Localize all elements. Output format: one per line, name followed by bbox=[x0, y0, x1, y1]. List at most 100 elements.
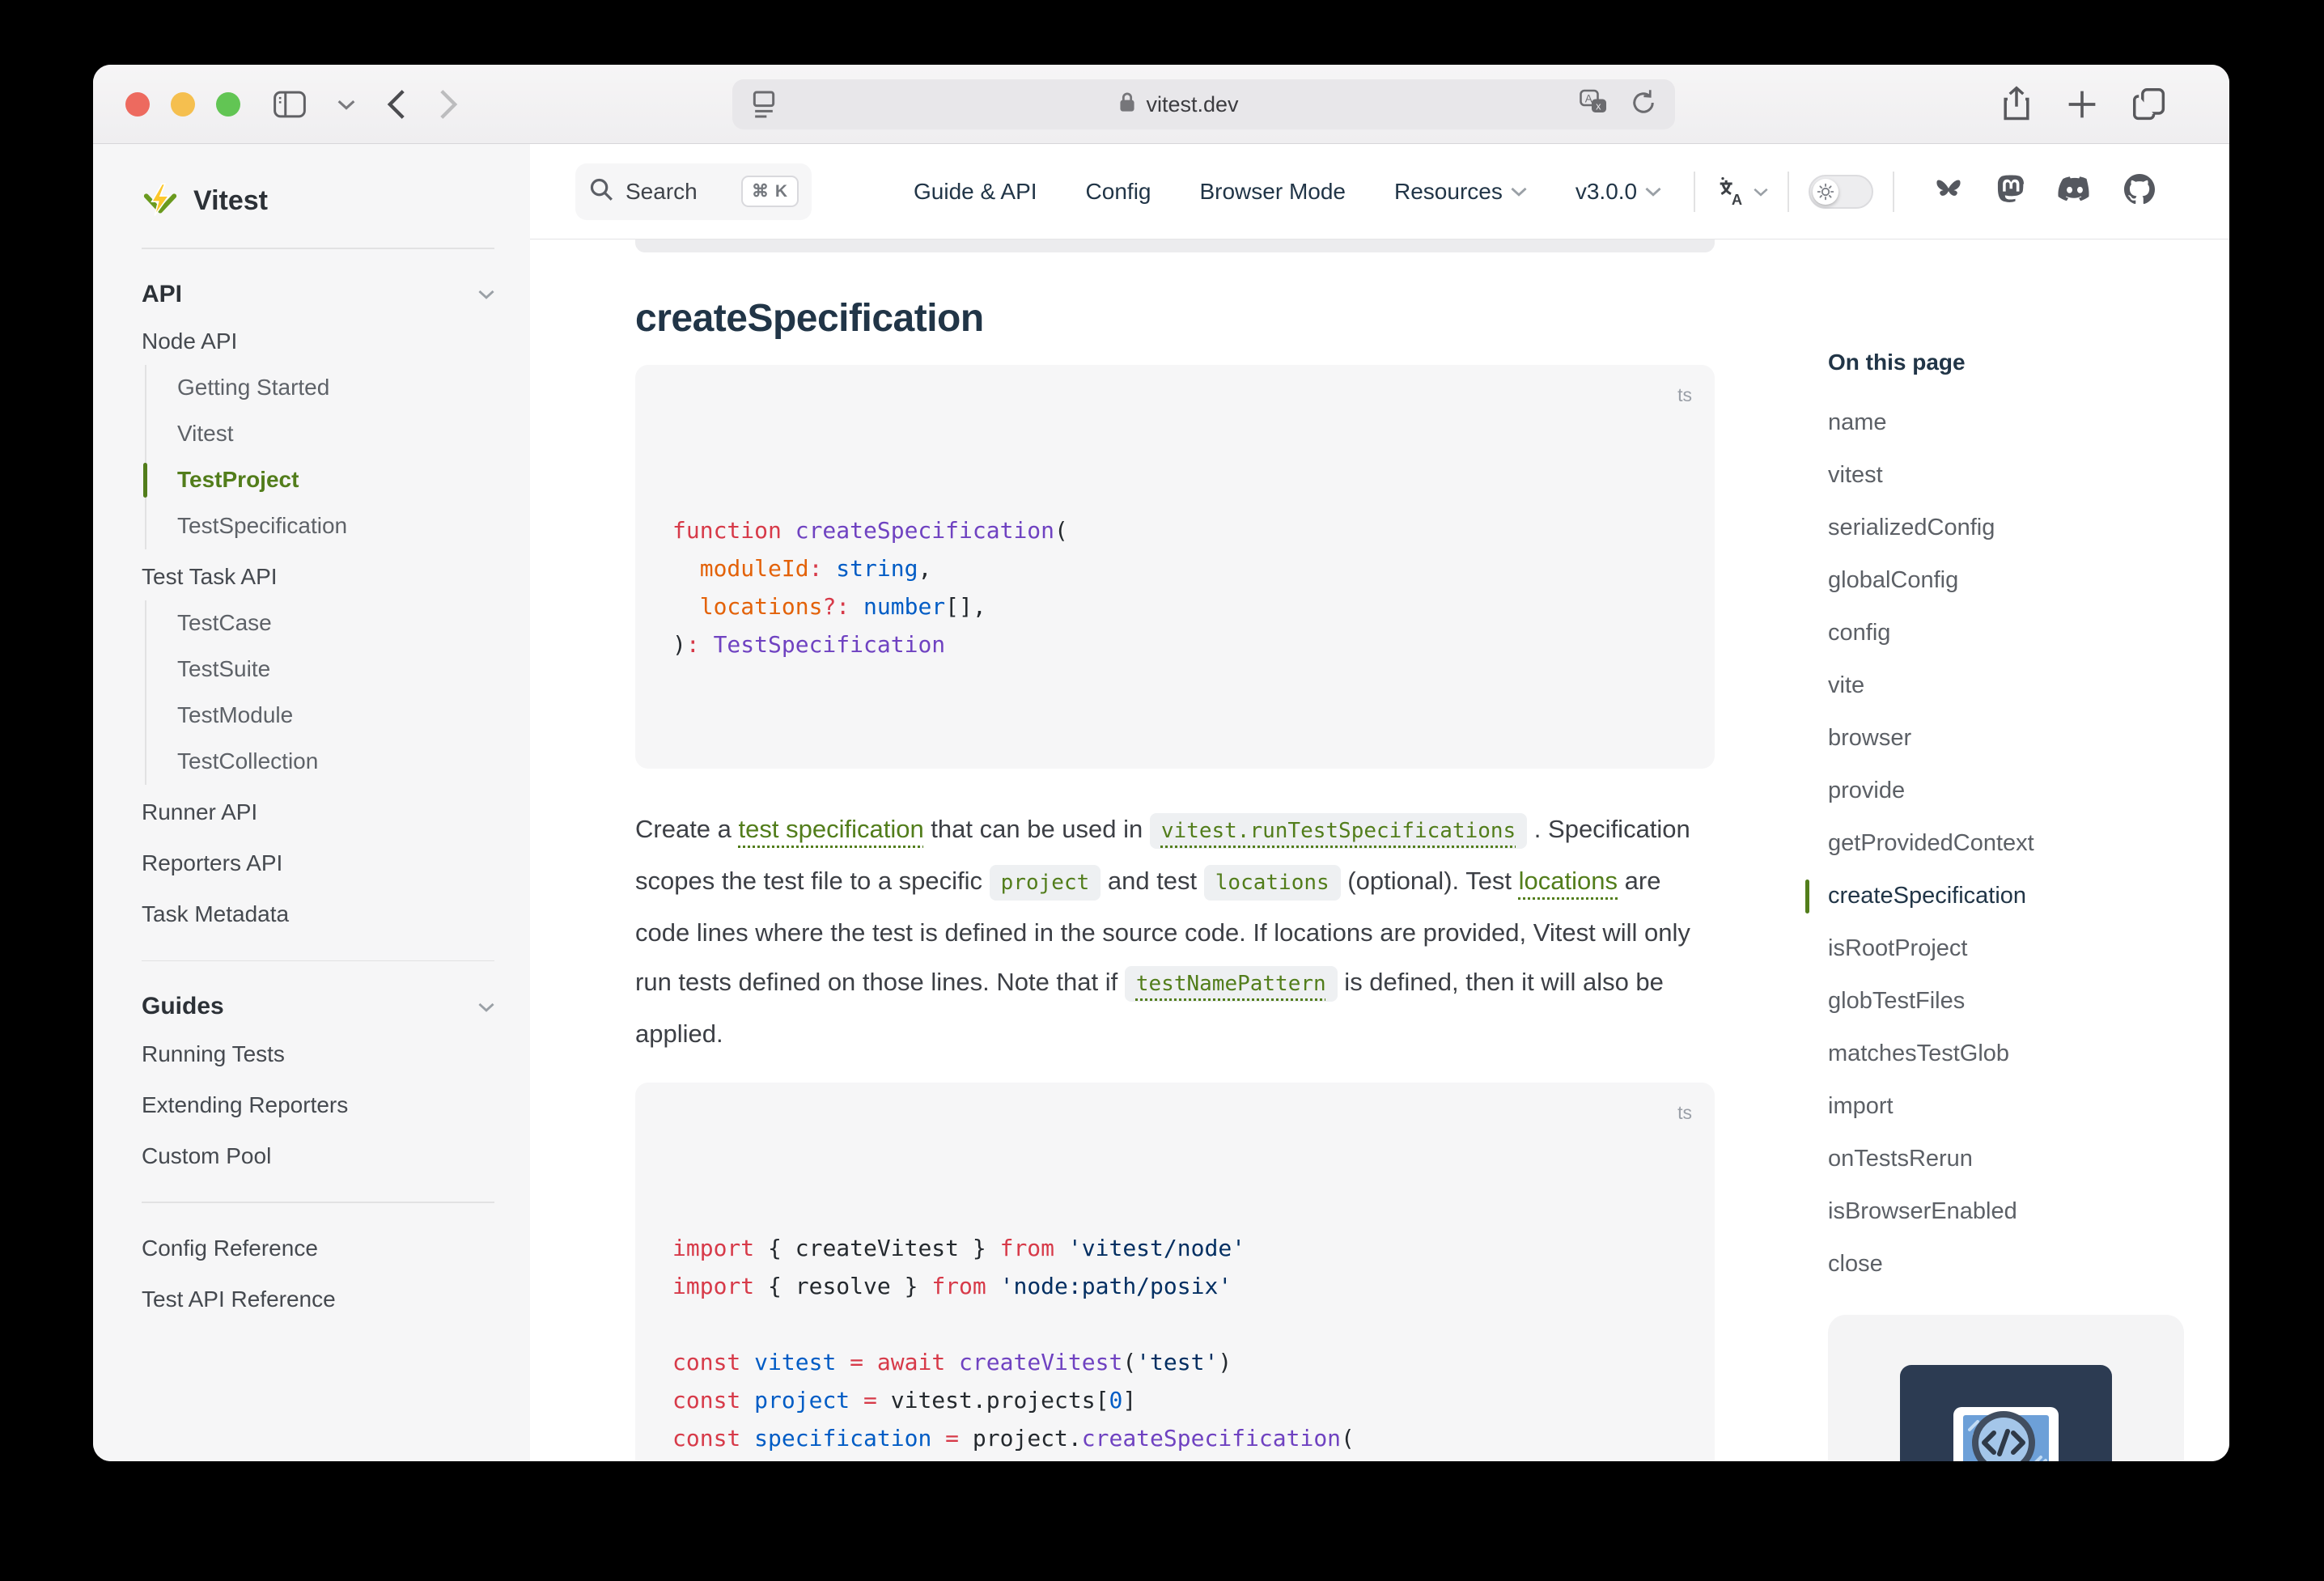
previous-code-block-partial bbox=[635, 239, 1715, 252]
sidebar-item-api[interactable]: API bbox=[142, 277, 494, 312]
address-bar[interactable]: vitest.dev Ax bbox=[732, 79, 1675, 129]
outline-link-provide[interactable]: provide bbox=[1828, 765, 2208, 817]
sidebar-toggle-icon[interactable] bbox=[273, 90, 307, 119]
sidebar-item-testproject[interactable]: TestProject bbox=[145, 457, 494, 503]
outline-link-close[interactable]: close bbox=[1828, 1238, 2208, 1291]
github-icon[interactable] bbox=[2124, 174, 2155, 209]
tab-overview-icon[interactable] bbox=[2132, 87, 2166, 122]
code-language-badge: ts bbox=[1677, 376, 1692, 414]
sidebar-item-testsuite[interactable]: TestSuite bbox=[145, 646, 494, 693]
search-label: Search bbox=[626, 179, 698, 205]
inline-code-link-testnamepattern[interactable]: testNamePattern bbox=[1125, 966, 1338, 1002]
url-text: vitest.dev bbox=[1146, 92, 1238, 117]
nav-resources[interactable]: Resources bbox=[1394, 179, 1527, 205]
nav-browser-mode[interactable]: Browser Mode bbox=[1199, 179, 1346, 205]
sidebar-item-testspecification[interactable]: TestSpecification bbox=[145, 503, 494, 549]
svg-text:A: A bbox=[1732, 190, 1742, 207]
new-tab-icon[interactable] bbox=[2066, 88, 2098, 121]
outline-link-globalconfig[interactable]: globalConfig bbox=[1828, 554, 2208, 607]
close-window-button[interactable] bbox=[125, 92, 150, 117]
theme-toggle[interactable] bbox=[1809, 175, 1873, 209]
sidebar-item-label: TestProject bbox=[177, 467, 299, 493]
sidebar-item-label: Runner API bbox=[142, 799, 257, 825]
inline-code-locations[interactable]: locations bbox=[1204, 865, 1341, 901]
nav-label: Browser Mode bbox=[1199, 179, 1346, 205]
sidebar-item-task-metadata[interactable]: Task Metadata bbox=[142, 892, 494, 938]
code-block-example[interactable]: ts import { createVitest } from 'vitest/… bbox=[635, 1083, 1715, 1461]
sidebar-item-label: Node API bbox=[142, 328, 237, 354]
minimize-window-button[interactable] bbox=[171, 92, 195, 117]
inline-code-link-vitest-runtestspecifications[interactable]: vitest.runTestSpecifications bbox=[1150, 813, 1527, 849]
outline-link-browser[interactable]: browser bbox=[1828, 712, 2208, 765]
outline-link-matchestestglob[interactable]: matchesTestGlob bbox=[1828, 1028, 2208, 1080]
sidebar-item-label: Test API Reference bbox=[142, 1286, 336, 1312]
page-title: createSpecification bbox=[635, 296, 1715, 341]
chevron-down-icon bbox=[1511, 186, 1527, 197]
nav-guide-api[interactable]: Guide & API bbox=[914, 179, 1037, 205]
sidebar-item-config-reference[interactable]: Config Reference bbox=[142, 1226, 494, 1272]
outline-link-createspecification[interactable]: createSpecification bbox=[1828, 870, 2208, 922]
sidebar-item-label: Task Metadata bbox=[142, 901, 289, 927]
lock-icon bbox=[1118, 91, 1136, 119]
outline-link-import[interactable]: import bbox=[1828, 1080, 2208, 1133]
sidebar-item-test-task-api[interactable]: Test Task API bbox=[142, 554, 494, 600]
sidebar-item-getting-started[interactable]: Getting Started bbox=[145, 365, 494, 411]
site-title: Vitest bbox=[193, 185, 268, 217]
sidebar-divider bbox=[142, 960, 494, 962]
outline-link-getprovidedcontext[interactable]: getProvidedContext bbox=[1828, 817, 2208, 870]
reload-icon[interactable] bbox=[1630, 88, 1657, 121]
outline-link-vitest[interactable]: vitest bbox=[1828, 449, 2208, 502]
sidebar-item-label: API bbox=[142, 281, 182, 308]
zoom-window-button[interactable] bbox=[216, 92, 240, 117]
sidebar-item-guides[interactable]: Guides bbox=[142, 989, 494, 1024]
search-icon bbox=[588, 176, 614, 206]
sidebar-item-vitest[interactable]: Vitest bbox=[145, 411, 494, 457]
nav-config[interactable]: Config bbox=[1086, 179, 1151, 205]
sidebar-chevron-icon[interactable] bbox=[337, 99, 355, 110]
sponsor-card[interactable] bbox=[1828, 1315, 2184, 1461]
language-menu[interactable]: A bbox=[1715, 176, 1768, 208]
outline-link-globtestfiles[interactable]: globTestFiles bbox=[1828, 975, 2208, 1028]
site-logo[interactable]: Vitest bbox=[142, 180, 494, 222]
translate-language-icon: A bbox=[1715, 176, 1747, 208]
sidebar-item-extending-reporters[interactable]: Extending Reporters bbox=[142, 1082, 494, 1128]
sidebar-item-testmodule[interactable]: TestModule bbox=[145, 693, 494, 739]
social-links bbox=[1933, 174, 2155, 209]
top-nav: Guide & API Config Browser Mode Resources v3… bbox=[914, 179, 1661, 205]
outline-link-isrootproject[interactable]: isRootProject bbox=[1828, 922, 2208, 975]
sidebar-item-testcase[interactable]: TestCase bbox=[145, 600, 494, 646]
inline-code-project[interactable]: project bbox=[990, 865, 1101, 901]
outline-link-isbrowserenabled[interactable]: isBrowserEnabled bbox=[1828, 1185, 2208, 1238]
discord-icon[interactable] bbox=[2058, 176, 2092, 207]
search-input[interactable]: Search ⌘ K bbox=[575, 163, 812, 220]
forward-button[interactable] bbox=[438, 88, 459, 121]
bluesky-icon[interactable] bbox=[1933, 176, 1964, 207]
translate-icon[interactable]: Ax bbox=[1580, 89, 1609, 121]
nav-v3-0-0[interactable]: v3.0.0 bbox=[1575, 179, 1661, 205]
outline-title: On this page bbox=[1828, 350, 2208, 375]
code-language-badge: ts bbox=[1677, 1094, 1692, 1132]
back-button[interactable] bbox=[386, 88, 407, 121]
sidebar-nav: API Node API Getting Started Vitest TestProj… bbox=[142, 277, 494, 1323]
nav-label: Guide & API bbox=[914, 179, 1037, 205]
sidebar-item-custom-pool[interactable]: Custom Pool bbox=[142, 1133, 494, 1179]
outline-link-vite[interactable]: vite bbox=[1828, 659, 2208, 712]
sidebar-item-reporters-api[interactable]: Reporters API bbox=[142, 841, 494, 887]
link-test-specification[interactable]: test specification bbox=[739, 815, 924, 843]
share-icon[interactable] bbox=[2001, 86, 2032, 123]
link-locations[interactable]: locations bbox=[1519, 867, 1618, 895]
sidebar-item-running-tests[interactable]: Running Tests bbox=[142, 1031, 494, 1077]
sidebar-item-node-api[interactable]: Node API bbox=[142, 319, 494, 365]
sidebar-item-label: Getting Started bbox=[177, 375, 329, 401]
mastodon-icon[interactable] bbox=[1996, 174, 2025, 209]
sidebar-item-testcollection[interactable]: TestCollection bbox=[145, 739, 494, 785]
outline-link-name[interactable]: name bbox=[1828, 396, 2208, 449]
reader-view-icon[interactable] bbox=[750, 88, 778, 121]
sidebar-item-runner-api[interactable]: Runner API bbox=[142, 790, 494, 836]
code-line: const specification = project.createSpec… bbox=[672, 1419, 1677, 1457]
outline-link-config[interactable]: config bbox=[1828, 607, 2208, 659]
sidebar-item-test-api-reference[interactable]: Test API Reference bbox=[142, 1277, 494, 1323]
outline-link-ontestsrerun[interactable]: onTestsRerun bbox=[1828, 1133, 2208, 1185]
code-block-signature[interactable]: ts function createSpecification( moduleI… bbox=[635, 365, 1715, 769]
outline-link-serializedconfig[interactable]: serializedConfig bbox=[1828, 502, 2208, 554]
